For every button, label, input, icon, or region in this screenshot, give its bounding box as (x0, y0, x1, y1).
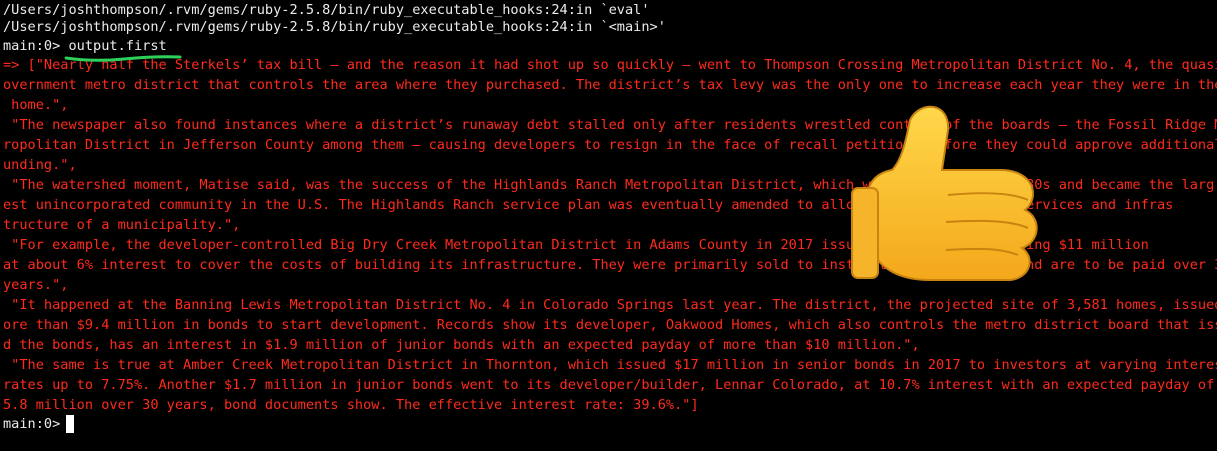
green-underline-annotation (64, 55, 182, 62)
output-line: "It happened at the Banning Lewis Metrop… (3, 297, 1217, 313)
output-line: => ["Nearly half the Sterkels’ tax bill … (3, 57, 1217, 73)
thumbs-up-icon (851, 105, 1038, 281)
prompt-line: main:0> (3, 416, 69, 432)
output-line: years.", (3, 277, 69, 293)
terminal-window[interactable]: /Users/joshthompson/.rvm/gems/ruby-2.5.8… (0, 0, 1217, 451)
output-line: d the bonds, has an interest in $1.9 mil… (3, 337, 920, 353)
terminal-line-trace-2: /Users/joshthompson/.rvm/gems/ruby-2.5.8… (3, 19, 666, 35)
output-line: unding.", (3, 157, 77, 173)
output-line: home.", (3, 97, 69, 113)
terminal-cursor (66, 415, 74, 433)
output-line: tructure of a municipality.", (3, 217, 241, 233)
output-line: ore than $9.4 million in bonds to start … (3, 317, 1217, 333)
output-line: rates up to 7.75%. Another $1.7 million … (3, 377, 1217, 393)
output-line: "The same is true at Amber Creek Metropo… (3, 357, 1217, 373)
output-line: 5.8 million over 30 years, bond document… (3, 397, 699, 413)
output-line: overnment metro district that controls t… (3, 77, 1217, 93)
